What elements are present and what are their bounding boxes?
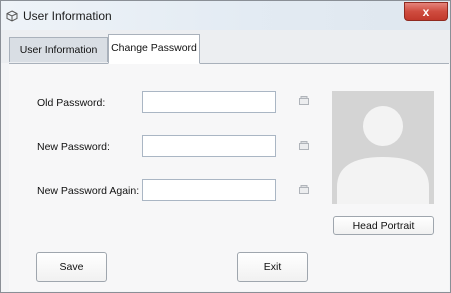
tab-user-information[interactable]: User Information [9, 37, 108, 62]
old-password-field[interactable] [142, 91, 276, 113]
avatar-placeholder-icon [337, 106, 429, 204]
window-title: User Information [23, 9, 112, 23]
save-button[interactable]: Save [36, 252, 107, 282]
head-portrait-button[interactable]: Head Portrait [333, 216, 434, 235]
title-bar[interactable]: User Information x [1, 1, 450, 30]
new-password-label: New Password: [37, 141, 110, 153]
user-information-window: User Information x User Information Chan… [0, 0, 451, 293]
new-password-again-field[interactable] [142, 179, 276, 201]
app-icon [6, 10, 18, 22]
new-password-field[interactable] [142, 135, 276, 157]
exit-button[interactable]: Exit [237, 252, 308, 282]
head-portrait-image [332, 91, 434, 204]
old-password-label: Old Password: [37, 97, 106, 109]
tab-change-password[interactable]: Change Password [108, 34, 200, 64]
show-password-icon[interactable] [299, 141, 309, 150]
show-password-icon[interactable] [299, 96, 309, 105]
close-icon: x [422, 5, 430, 19]
new-password-again-label: New Password Again: [37, 185, 140, 197]
show-password-icon[interactable] [299, 185, 309, 194]
close-button[interactable]: x [404, 2, 448, 21]
